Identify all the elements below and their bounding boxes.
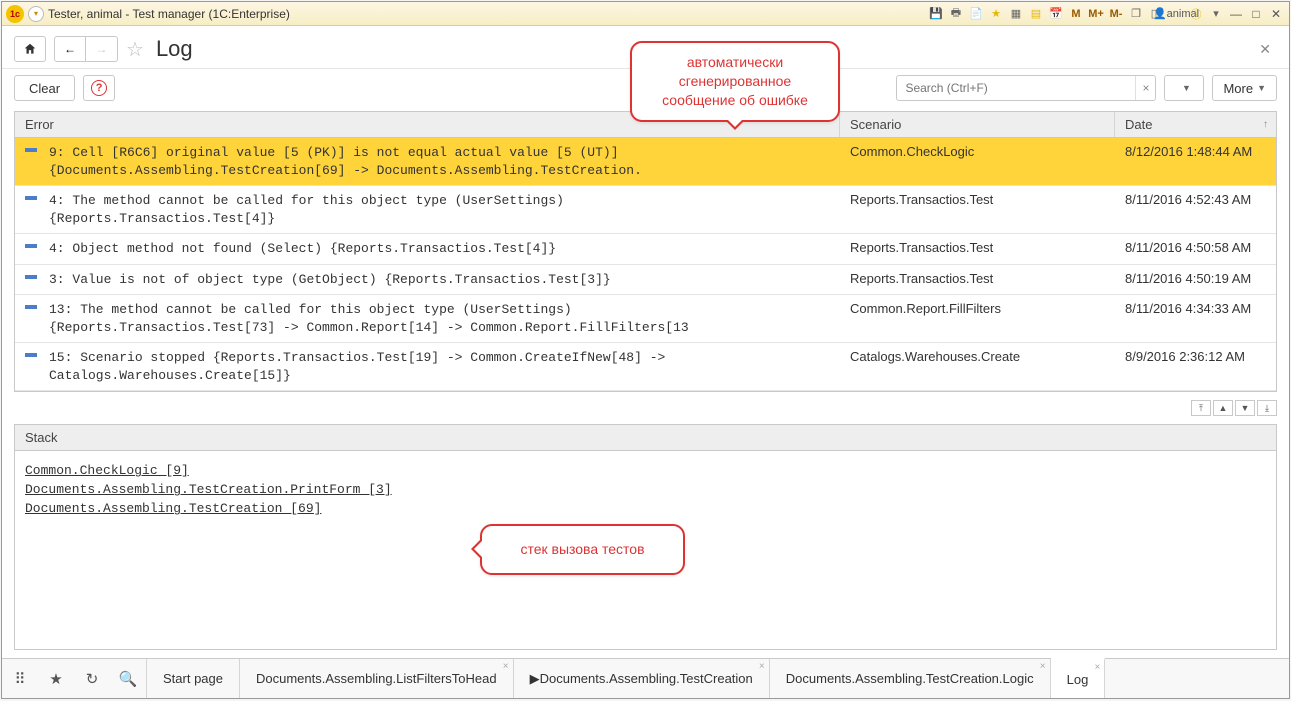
table-row[interactable]: 4: Object method not found (Select) {Rep… bbox=[15, 234, 1276, 265]
chevron-down-icon: ▼ bbox=[1257, 83, 1266, 93]
collapse-icon[interactable] bbox=[25, 240, 39, 258]
calendar-icon[interactable]: 📅 bbox=[1047, 5, 1065, 23]
scenario-cell: Reports.Transactios.Test bbox=[840, 234, 1115, 264]
calculator-icon[interactable]: ▤ bbox=[1027, 5, 1045, 23]
memory-mminus-button[interactable]: M- bbox=[1107, 5, 1125, 23]
memory-m-button[interactable]: M bbox=[1067, 5, 1085, 23]
nav-up-button[interactable]: ▲ bbox=[1213, 400, 1233, 416]
scenario-cell: Reports.Transactios.Test bbox=[840, 186, 1115, 233]
window-title: Tester, animal - Test manager (1C:Enterp… bbox=[48, 7, 290, 21]
titlebar: 1c ▾ Tester, animal - Test manager (1C:E… bbox=[2, 2, 1289, 26]
col-header-scenario[interactable]: Scenario bbox=[840, 112, 1115, 137]
search-input[interactable] bbox=[897, 81, 1135, 95]
error-cell: 4: Object method not found (Select) {Rep… bbox=[49, 240, 556, 258]
minimize-button[interactable]: — bbox=[1227, 6, 1245, 22]
collapse-icon[interactable] bbox=[25, 349, 39, 384]
date-cell: 8/12/2016 1:48:44 AM bbox=[1115, 138, 1276, 185]
chevron-down-icon: ▼ bbox=[1182, 83, 1191, 93]
app-logo-icon: 1c bbox=[6, 5, 24, 23]
info-icon[interactable]: ⓘ bbox=[1187, 5, 1205, 23]
error-cell: 4: The method cannot be called for this … bbox=[49, 192, 564, 227]
grid-icon[interactable]: ▦ bbox=[1007, 5, 1025, 23]
date-cell: 8/11/2016 4:52:43 AM bbox=[1115, 186, 1276, 233]
date-cell: 8/11/2016 4:34:33 AM bbox=[1115, 295, 1276, 342]
more-button[interactable]: More▼ bbox=[1212, 75, 1277, 101]
tab-close-icon[interactable]: × bbox=[1094, 662, 1100, 673]
scenario-cell: Reports.Transactios.Test bbox=[840, 265, 1115, 295]
tab[interactable]: ▶Documents.Assembling.TestCreation× bbox=[514, 659, 770, 698]
history-icon[interactable]: ↻ bbox=[74, 670, 110, 688]
search-box: × bbox=[896, 75, 1156, 101]
windows-icon[interactable]: ❐ bbox=[1127, 5, 1145, 23]
tab[interactable]: Log× bbox=[1051, 658, 1106, 698]
search-button[interactable]: ▼ bbox=[1164, 75, 1204, 101]
tab[interactable]: Documents.Assembling.TestCreation.Logic× bbox=[770, 659, 1051, 698]
tab[interactable]: Start page bbox=[147, 659, 240, 698]
nav-first-button[interactable]: ⤒ bbox=[1191, 400, 1211, 416]
date-cell: 8/11/2016 4:50:19 AM bbox=[1115, 265, 1276, 295]
bottom-bar: ⠿ ★ ↻ 🔍 Start pageDocuments.Assembling.L… bbox=[2, 658, 1289, 698]
table-row[interactable]: 15: Scenario stopped {Reports.Transactio… bbox=[15, 343, 1276, 391]
annotation-error-message: автоматически сгенерированное сообщение … bbox=[630, 41, 840, 122]
tab[interactable]: Documents.Assembling.ListFiltersToHead× bbox=[240, 659, 514, 698]
star-icon[interactable]: ☆ bbox=[126, 37, 144, 62]
favorite-icon[interactable]: ★ bbox=[987, 5, 1005, 23]
annotation-stack: стек вызова тестов bbox=[480, 524, 685, 575]
stack-header: Stack bbox=[15, 425, 1276, 451]
close-page-button[interactable]: ✕ bbox=[1259, 41, 1277, 58]
stack-line[interactable]: Documents.Assembling.TestCreation.PrintF… bbox=[25, 482, 1266, 497]
clear-button[interactable]: Clear bbox=[14, 75, 75, 101]
save-icon[interactable]: 💾 bbox=[927, 5, 945, 23]
collapse-icon[interactable] bbox=[25, 271, 39, 289]
nav-down-button[interactable]: ▼ bbox=[1235, 400, 1255, 416]
error-cell: 9: Cell [R6C6] original value [5 (PK)] i… bbox=[49, 144, 642, 179]
table-row[interactable]: 4: The method cannot be called for this … bbox=[15, 186, 1276, 234]
nav-last-button[interactable]: ⤓ bbox=[1257, 400, 1277, 416]
error-cell: 3: Value is not of object type (GetObjec… bbox=[49, 271, 611, 289]
dropdown-icon[interactable]: ▾ bbox=[1207, 5, 1225, 23]
home-icon bbox=[23, 42, 37, 56]
stack-line[interactable]: Documents.Assembling.TestCreation [69] bbox=[25, 501, 1266, 516]
tab-close-icon[interactable]: × bbox=[759, 661, 765, 672]
arrow-right-icon: → bbox=[96, 42, 108, 56]
close-window-button[interactable]: ✕ bbox=[1267, 6, 1285, 22]
arrow-left-icon: ← bbox=[64, 42, 76, 56]
print-icon[interactable]: 🖶 bbox=[947, 5, 965, 23]
tab-close-icon[interactable]: × bbox=[1040, 661, 1046, 672]
copy-icon[interactable]: 📄 bbox=[967, 5, 985, 23]
memory-mplus-button[interactable]: M+ bbox=[1087, 5, 1105, 23]
collapse-icon[interactable] bbox=[25, 301, 39, 336]
help-button[interactable]: ? bbox=[83, 75, 115, 101]
scenario-cell: Common.CheckLogic bbox=[840, 138, 1115, 185]
nav-back-button[interactable]: ← bbox=[54, 36, 86, 62]
user-badge[interactable]: 👤animal bbox=[1167, 5, 1185, 23]
stack-line[interactable]: Common.CheckLogic [9] bbox=[25, 463, 1266, 478]
nav-forward-button[interactable]: → bbox=[86, 36, 118, 62]
log-table: Error Scenario Date ↑ 9: Cell [R6C6] ori… bbox=[14, 111, 1277, 392]
apps-icon[interactable]: ⠿ bbox=[2, 670, 38, 688]
error-cell: 15: Scenario stopped {Reports.Transactio… bbox=[49, 349, 665, 384]
tab-close-icon[interactable]: × bbox=[503, 661, 509, 672]
sort-asc-icon: ↑ bbox=[1263, 119, 1268, 130]
table-row[interactable]: 13: The method cannot be called for this… bbox=[15, 295, 1276, 343]
page-title: Log bbox=[156, 36, 193, 62]
collapse-icon[interactable] bbox=[25, 144, 39, 179]
maximize-button[interactable]: □ bbox=[1247, 6, 1265, 22]
favorites-icon[interactable]: ★ bbox=[38, 670, 74, 688]
app-menu-dropdown-icon[interactable]: ▾ bbox=[28, 6, 44, 22]
search-bottom-icon[interactable]: 🔍 bbox=[110, 670, 146, 688]
table-row[interactable]: 3: Value is not of object type (GetObjec… bbox=[15, 265, 1276, 296]
error-cell: 13: The method cannot be called for this… bbox=[49, 301, 689, 336]
date-cell: 8/11/2016 4:50:58 AM bbox=[1115, 234, 1276, 264]
col-header-date[interactable]: Date ↑ bbox=[1115, 112, 1276, 137]
help-icon: ? bbox=[91, 80, 107, 96]
date-cell: 8/9/2016 2:36:12 AM bbox=[1115, 343, 1276, 390]
search-clear-button[interactable]: × bbox=[1135, 76, 1155, 100]
collapse-icon[interactable] bbox=[25, 192, 39, 227]
scenario-cell: Catalogs.Warehouses.Create bbox=[840, 343, 1115, 390]
table-nav-buttons: ⤒ ▲ ▼ ⤓ bbox=[14, 398, 1277, 418]
table-row[interactable]: 9: Cell [R6C6] original value [5 (PK)] i… bbox=[15, 138, 1276, 186]
scenario-cell: Common.Report.FillFilters bbox=[840, 295, 1115, 342]
home-button[interactable] bbox=[14, 36, 46, 62]
